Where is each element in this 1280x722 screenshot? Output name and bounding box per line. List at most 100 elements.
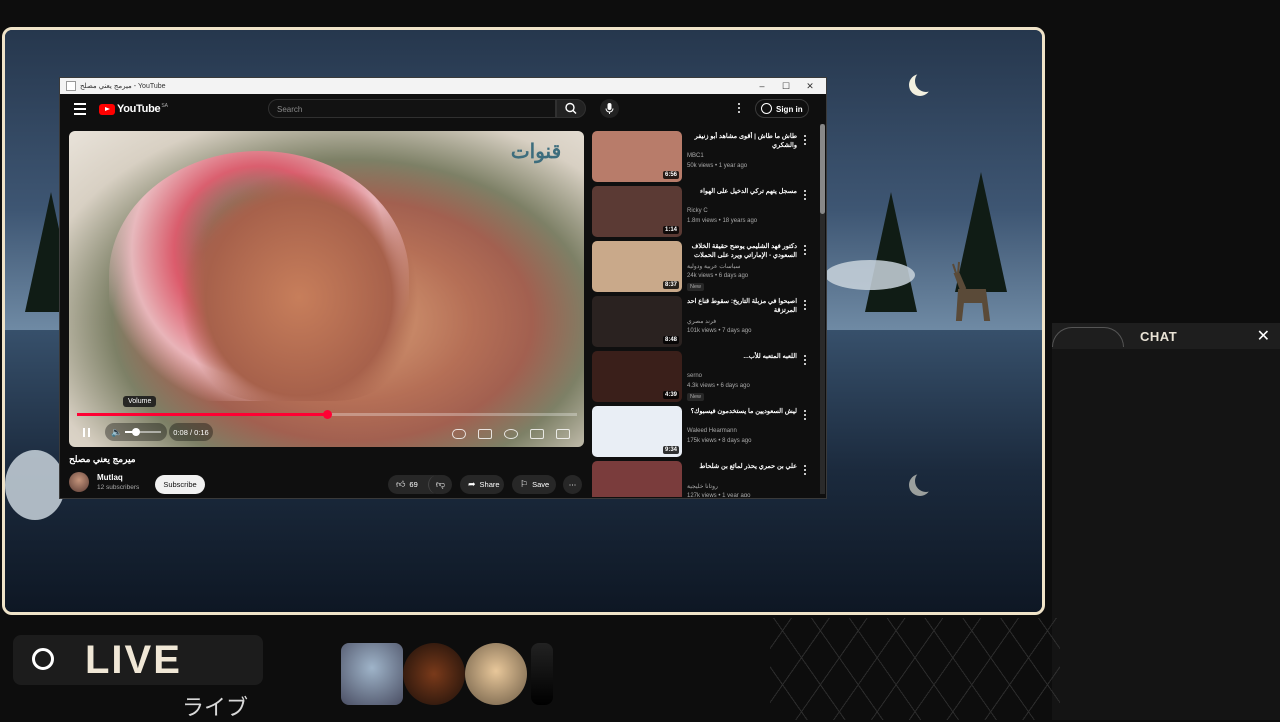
related-video-title[interactable]: طاش ما طاش | أقوى مشاهد أبو زنيفر والشكر… [687, 132, 797, 150]
sign-in-label: Sign in [776, 105, 803, 114]
related-video-item[interactable]: 1:14 مسجل يتهم تركي الدخيل على الهواء Rick… [592, 186, 820, 238]
related-video-title[interactable]: اللعبه المتعبه للأب... [687, 352, 797, 361]
related-video-channel[interactable]: serno [687, 373, 702, 379]
related-video-channel[interactable]: MBC1 [687, 153, 704, 159]
related-video-channel[interactable]: فرند مصري [687, 318, 716, 325]
related-video-channel[interactable]: Waleed Hearmann [687, 428, 737, 434]
progress-fill [77, 413, 327, 416]
related-video-item[interactable]: 8:37 دكتور فهد الشليمي يوضح حقيقة الخلاف … [592, 241, 820, 293]
related-video-item[interactable]: 9:34 ليش السعوديين ما يستخدمون فيسبوك؟ Wal… [592, 406, 820, 458]
miniplayer-icon[interactable] [530, 429, 544, 439]
more-vert-icon[interactable] [804, 300, 806, 312]
related-video-title[interactable]: دكتور فهد الشليمي يوضح حقيقة الخلاف السع… [687, 242, 797, 260]
globe-icon [1052, 327, 1124, 347]
volume-slider[interactable] [125, 428, 161, 436]
bookmark-icon: ⚐ [520, 479, 529, 489]
video-thumbnail[interactable]: 4:39 [592, 351, 682, 402]
related-video-item[interactable]: 4:39 اللعبه المتعبه للأب... serno 4.3k view… [592, 351, 820, 403]
more-horiz-icon: ⋯ [568, 480, 577, 489]
fullscreen-icon[interactable] [556, 429, 570, 439]
record-icon [32, 648, 54, 670]
related-video-item[interactable]: علي بن حمري يحذر لمائع بن شلحاط روتانا خل… [592, 461, 820, 497]
related-video-channel[interactable]: سياسات عربية ودولية [687, 263, 740, 270]
video-thumbnail[interactable]: 6:56 [592, 131, 682, 182]
logo-text: YouTube [117, 103, 161, 115]
chat-header: CHAT ✕ [1052, 323, 1280, 349]
search-button[interactable] [556, 99, 586, 118]
video-thumbnail[interactable]: 9:34 [592, 406, 682, 457]
video-thumbnail[interactable]: 1:14 [592, 186, 682, 237]
video-thumbnail[interactable]: 8:37 [592, 241, 682, 292]
progress-bar[interactable] [77, 410, 577, 419]
more-vert-icon[interactable] [804, 410, 806, 422]
related-video-meta: 24k views • 6 days ago [687, 273, 749, 279]
duration-badge: 8:37 [662, 281, 679, 289]
scrollbar-thumb[interactable] [820, 124, 825, 214]
related-video-title[interactable]: اصبحوا في مزبلة التاريخ: سقوط قناع احد ا… [687, 297, 797, 315]
channel-avatar[interactable] [69, 472, 89, 492]
video-thumbnail[interactable]: 8:48 [592, 296, 682, 347]
share-button[interactable]: ➦ Share [460, 475, 504, 494]
more-vert-icon[interactable] [804, 465, 806, 477]
video-player[interactable]: ﻗﻨﻮﺍﺕ Volume 🔈 0:08 / 0:16 [69, 131, 584, 447]
volume-tooltip: Volume [123, 396, 157, 407]
channel-info: Mutlaq 12 subscribers [69, 472, 139, 492]
related-video-meta: 4.3k views • 6 days ago [687, 383, 750, 389]
more-actions-button[interactable]: ⋯ [563, 475, 582, 494]
more-vert-icon[interactable] [804, 190, 806, 202]
deer-silhouette [952, 261, 991, 321]
related-video-title[interactable]: مسجل يتهم تركي الدخيل على الهواء [687, 187, 797, 196]
save-button[interactable]: ⚐ Save [512, 475, 556, 494]
duration-badge: 4:39 [662, 391, 679, 399]
captions-icon[interactable] [478, 429, 492, 439]
window-title: ميرمج يعني مصلح - YouTube [80, 83, 166, 90]
search-input[interactable]: Search [268, 99, 556, 118]
maximize-button[interactable]: ☐ [774, 78, 798, 94]
like-count: 69 [409, 480, 418, 489]
close-window-button[interactable]: ✕ [798, 78, 822, 94]
emote-sticker [465, 643, 527, 705]
subscribe-button[interactable]: Subscribe [155, 475, 205, 494]
video-thumbnail[interactable] [592, 461, 682, 497]
pause-button[interactable] [77, 423, 95, 441]
youtube-logo[interactable]: YouTube SA [99, 103, 168, 115]
chat-close-button[interactable]: ✕ [1257, 326, 1270, 346]
save-label: Save [532, 480, 550, 489]
settings-icon[interactable] [504, 429, 518, 439]
app-icon [66, 81, 76, 91]
channel-watermark: ﻗﻨﻮﺍﺕ [510, 141, 562, 163]
chat-title: CHAT [1140, 329, 1178, 344]
related-video-channel[interactable]: Ricky C [687, 208, 708, 214]
dislike-button[interactable]: 👎︎ [428, 475, 452, 494]
share-icon: ➦ [468, 479, 476, 489]
window-titlebar[interactable]: ميرمج يعني مصلح - YouTube – ☐ ✕ [60, 78, 826, 94]
duration-badge: 1:14 [662, 226, 679, 234]
more-vert-icon[interactable] [804, 135, 806, 147]
voice-search-button[interactable] [600, 99, 619, 118]
minimize-button[interactable]: – [750, 78, 774, 94]
hamburger-icon[interactable] [74, 103, 86, 115]
related-video-item[interactable]: 8:48 اصبحوا في مزبلة التاريخ: سقوط قناع ا… [592, 296, 820, 348]
related-video-meta: 50k views • 1 year ago [687, 163, 748, 169]
volume-control[interactable]: 🔈 [105, 423, 167, 441]
live-label: LIVE [85, 638, 182, 682]
live-japanese-label: ライブ [182, 695, 249, 720]
more-vert-icon[interactable] [804, 355, 806, 367]
volume-knob[interactable] [131, 428, 140, 436]
channel-name[interactable]: Mutlaq [97, 473, 139, 482]
region-code: SA [161, 103, 168, 109]
related-video-title[interactable]: ليش السعوديين ما يستخدمون فيسبوك؟ [687, 407, 797, 416]
chat-panel: CHAT ✕ [1052, 323, 1280, 720]
related-video-item[interactable]: 6:56 طاش ما طاش | أقوى مشاهد أبو زنيفر وا… [592, 131, 820, 183]
autoplay-toggle[interactable] [452, 429, 466, 439]
volume-icon[interactable]: 🔈 [111, 427, 122, 437]
sign-in-button[interactable]: Sign in [755, 99, 809, 118]
emote-sticker [341, 643, 403, 705]
related-video-channel[interactable]: روتانا خليجية [687, 483, 718, 490]
new-badge: New [687, 283, 705, 291]
scrollbar[interactable] [820, 124, 825, 494]
related-video-title[interactable]: علي بن حمري يحذر لمائع بن شلحاط [687, 462, 797, 471]
more-vert-icon[interactable] [738, 103, 741, 115]
more-vert-icon[interactable] [804, 245, 806, 257]
progress-scrubber[interactable] [323, 410, 332, 419]
